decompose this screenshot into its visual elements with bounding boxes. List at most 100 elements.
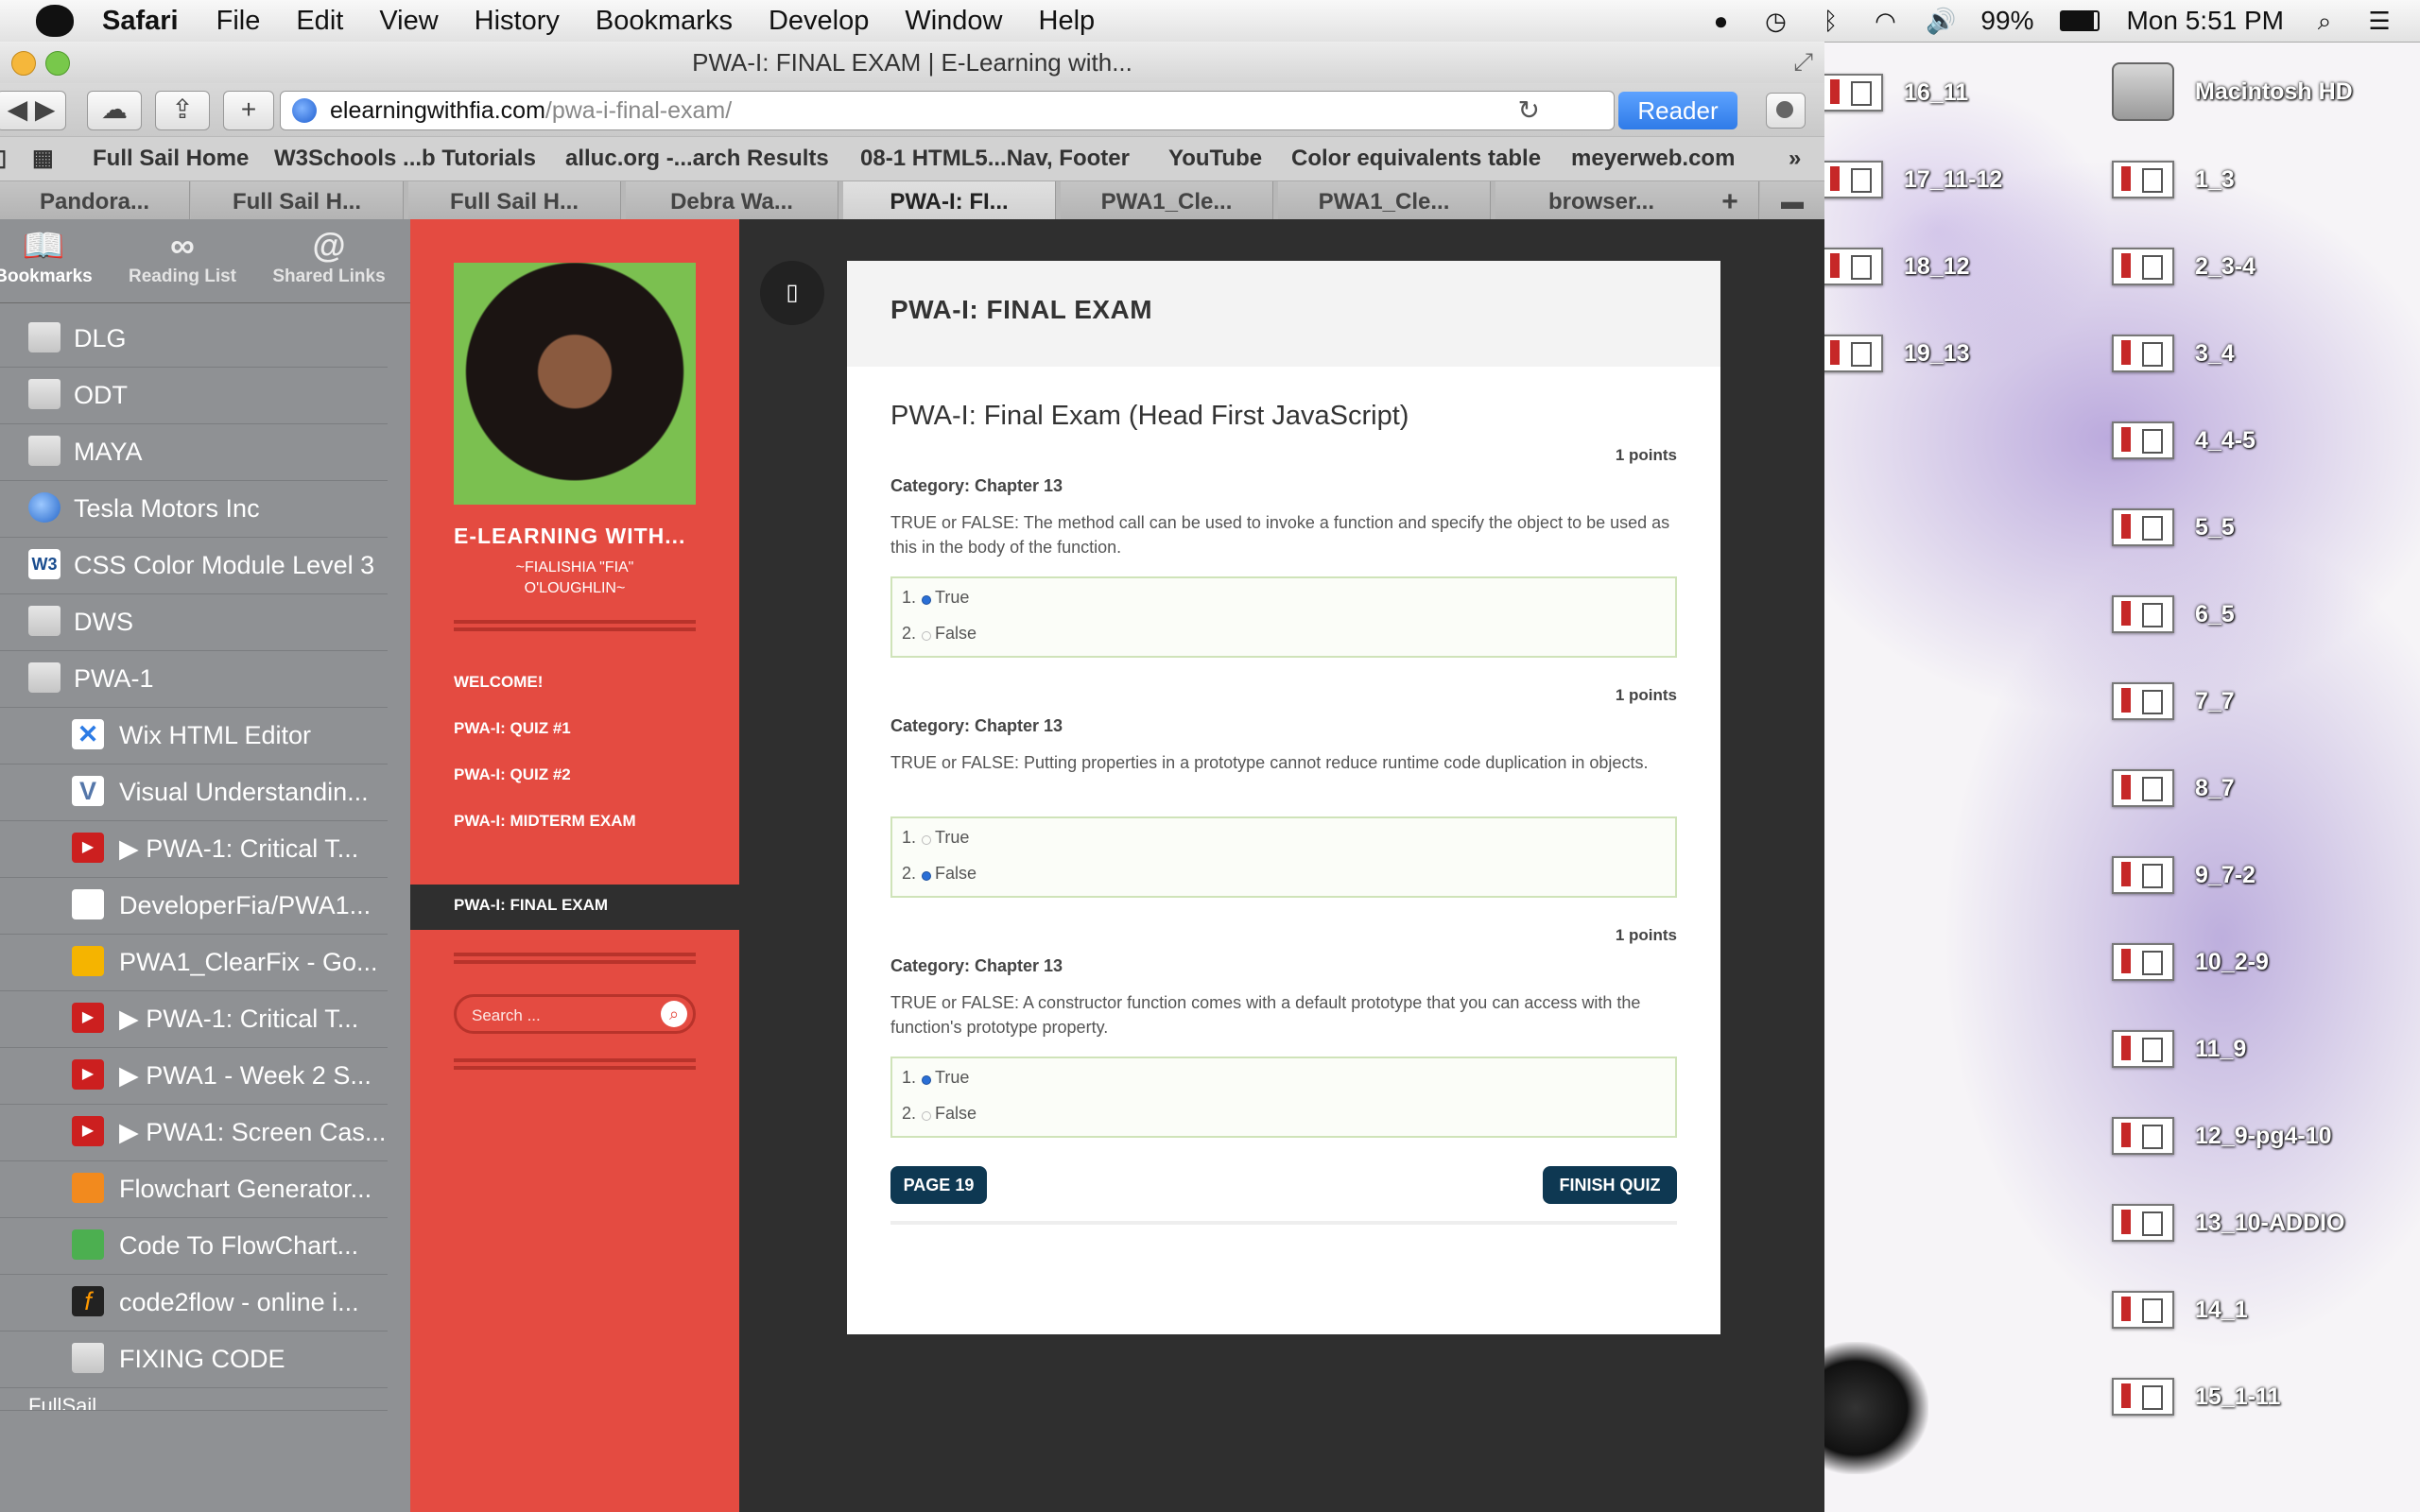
desktop-file-2-3-4[interactable]: 2_3-4 [2112, 248, 2256, 285]
tab-overview-icon[interactable]: ▬ [1760, 181, 1824, 223]
sidebar-item-dlg[interactable]: DLG [0, 310, 388, 368]
desktop-file-13-10-addio[interactable]: 13_10-ADDIO [2112, 1204, 2344, 1242]
sidebar-item-wix[interactable]: ✕ Wix HTML Editor [0, 707, 388, 765]
tab-pwa-final-exam[interactable]: PWA-I: FI... [843, 181, 1056, 223]
tab-browser[interactable]: browser... [1495, 181, 1708, 223]
notification-center-icon[interactable]: ☰ [2365, 7, 2394, 35]
reload-icon[interactable]: ↻ [1518, 94, 1540, 126]
battery-icon[interactable] [2060, 10, 2100, 31]
spotlight-search-icon[interactable]: ⌕ [2310, 7, 2339, 35]
nav-final-exam[interactable]: PWA-I: FINAL EXAM [454, 896, 608, 915]
icloud-tabs-icon[interactable]: ☁ [87, 91, 142, 130]
desktop-file-9-7-2[interactable]: 9_7-2 [2112, 856, 2256, 894]
sidebar-item-github[interactable]: DeveloperFia/PWA1... [0, 877, 388, 935]
answer-option-false[interactable]: 2. False [902, 864, 977, 884]
desktop-file-12-9-pg4-10[interactable]: 12_9-pg4-10 [2112, 1117, 2332, 1155]
desktop-file-15-1-11[interactable]: 15_1-11 [2112, 1378, 2280, 1416]
sidebar-item-pwa-critical-2[interactable]: ▶ ▶ PWA-1: Critical T... [0, 990, 388, 1048]
fullscreen-icon[interactable]: ⤢ [1793, 47, 1813, 77]
apple-menu-icon[interactable] [36, 5, 74, 37]
more-bookmarks-icon[interactable]: » [1789, 137, 1801, 180]
downloads-icon[interactable] [1766, 93, 1806, 129]
sidebar-item-fullsail[interactable]: FullSail [0, 1387, 388, 1411]
desktop-file-19-13[interactable]: 19_13 [1821, 335, 1970, 372]
desktop-macintosh-hd[interactable]: Macintosh HD [2112, 62, 2353, 121]
answer-option-true[interactable]: 1. True [902, 588, 969, 608]
sidebar-item-pwa-1[interactable]: PWA-1 [0, 650, 388, 708]
nav-welcome[interactable]: WELCOME! [454, 673, 543, 692]
reader-button[interactable]: Reader [1618, 92, 1737, 129]
desktop-file-17-11-12[interactable]: 17_11-12 [1821, 161, 2002, 198]
add-tab-icon[interactable]: + [1702, 181, 1759, 223]
sidebar-tab-bookmarks[interactable]: 📖 Bookmarks [0, 219, 96, 302]
finish-quiz-button[interactable]: FINISH QUIZ [1543, 1166, 1677, 1204]
sidebar-item-pwa1-screen-cast[interactable]: ▶ ▶ PWA1: Screen Cas... [0, 1104, 388, 1161]
document-icon[interactable]: ▯ [760, 261, 824, 325]
desktop-file-8-7[interactable]: 8_7 [2112, 769, 2235, 807]
bookmark-color-equivalents[interactable]: Color equivalents table [1291, 137, 1541, 180]
bookmark-alluc[interactable]: alluc.org -...arch Results [565, 137, 829, 180]
radio-unselected[interactable] [922, 631, 932, 641]
menu-edit[interactable]: Edit [296, 6, 343, 37]
radio-selected[interactable] [922, 1075, 932, 1085]
answer-option-false[interactable]: 2. False [902, 1104, 977, 1124]
wifi-icon[interactable]: ◠ [1871, 7, 1899, 35]
address-bar[interactable]: elearningwithfia.com/pwa-i-final-exam/ ↻ [280, 91, 1615, 130]
menu-develop[interactable]: Develop [769, 6, 869, 37]
desktop-file-7-7[interactable]: 7_7 [2112, 682, 2235, 720]
sidebar-item-code2flow[interactable]: f code2flow - online i... [0, 1274, 388, 1332]
clock[interactable]: Mon 5:51 PM [2126, 6, 2284, 36]
menu-view[interactable]: View [379, 6, 438, 37]
site-title[interactable]: E-LEARNING WITH... [454, 524, 685, 549]
sidebar-item-css-color[interactable]: W3 CSS Color Module Level 3 [0, 537, 388, 594]
battery-percent[interactable]: 99% [1980, 6, 2033, 36]
bluetooth-icon[interactable]: ᛒ [1816, 7, 1844, 35]
desktop-file-5-5[interactable]: 5_5 [2112, 508, 2235, 546]
search-icon[interactable]: ⌕ [661, 1001, 687, 1027]
sidebar-tab-reading-list[interactable]: ∞ Reading List [112, 219, 253, 302]
search-input[interactable] [470, 1003, 653, 1029]
desktop-file-16-11[interactable]: 16_11 [1821, 74, 1968, 112]
answer-option-true[interactable]: 1. True [902, 828, 969, 848]
desktop-file-6-5[interactable]: 6_5 [2112, 595, 2235, 633]
desktop-file-1-3[interactable]: 1_3 [2112, 161, 2235, 198]
tab-pwa1-clearfix-1[interactable]: PWA1_Cle... [1061, 181, 1273, 223]
menu-window[interactable]: Window [905, 6, 1002, 37]
share-icon[interactable]: ⇪ [155, 91, 210, 130]
radio-selected[interactable] [922, 871, 932, 881]
sidebar-item-visual-understanding[interactable]: V Visual Understandin... [0, 764, 388, 821]
tab-debra[interactable]: Debra Wa... [626, 181, 838, 223]
bookmark-html5-nav-footer[interactable]: 08-1 HTML5...Nav, Footer [860, 137, 1130, 180]
sidebar-item-dws[interactable]: DWS [0, 593, 388, 651]
menu-app-name[interactable]: Safari [102, 6, 179, 37]
desktop-file-3-4[interactable]: 3_4 [2112, 335, 2235, 372]
top-sites-icon[interactable]: ▦ [32, 137, 54, 180]
sidebar-item-code-to-flowchart[interactable]: Code To FlowChart... [0, 1217, 388, 1275]
desktop-file-18-12[interactable]: 18_12 [1821, 248, 1970, 285]
desktop-file-10-2-9[interactable]: 10_2-9 [2112, 943, 2269, 981]
desktop-file-4-4-5[interactable]: 4_4-5 [2112, 421, 2256, 459]
nav-quiz-1[interactable]: PWA-I: QUIZ #1 [454, 719, 571, 738]
radio-selected[interactable] [922, 595, 932, 605]
desktop-file-11-9[interactable]: 11_9 [2112, 1030, 2246, 1068]
radio-unselected[interactable] [922, 835, 932, 845]
sidebar-item-maya[interactable]: MAYA [0, 423, 388, 481]
evernote-icon[interactable]: ● [1706, 7, 1735, 35]
page-button[interactable]: PAGE 19 [890, 1166, 987, 1204]
sidebar-item-pwa1-week2[interactable]: ▶ ▶ PWA1 - Week 2 S... [0, 1047, 388, 1105]
new-tab-icon[interactable]: + [223, 91, 274, 130]
tab-pwa1-clearfix-2[interactable]: PWA1_Cle... [1278, 181, 1491, 223]
tab-full-sail-1[interactable]: Full Sail H... [191, 181, 404, 223]
sidebar-item-pwa-critical-1[interactable]: ▶ ▶ PWA-1: Critical T... [0, 820, 388, 878]
answer-option-false[interactable]: 2. False [902, 624, 977, 644]
time-machine-icon[interactable]: ◷ [1761, 7, 1789, 35]
menu-bookmarks[interactable]: Bookmarks [596, 6, 733, 37]
bookmark-full-sail-home[interactable]: Full Sail Home [93, 137, 249, 180]
sidebar-item-fixing-code[interactable]: FIXING CODE [0, 1331, 388, 1388]
show-sidebar-icon[interactable]: ▯ [0, 137, 7, 180]
radio-unselected[interactable] [922, 1111, 932, 1121]
back-forward-button[interactable]: ◀ ▶ [0, 91, 66, 130]
desktop-file-14-1[interactable]: 14_1 [2112, 1291, 2248, 1329]
bookmark-w3schools[interactable]: W3Schools ...b Tutorials [274, 137, 536, 180]
menu-help[interactable]: Help [1039, 6, 1096, 37]
